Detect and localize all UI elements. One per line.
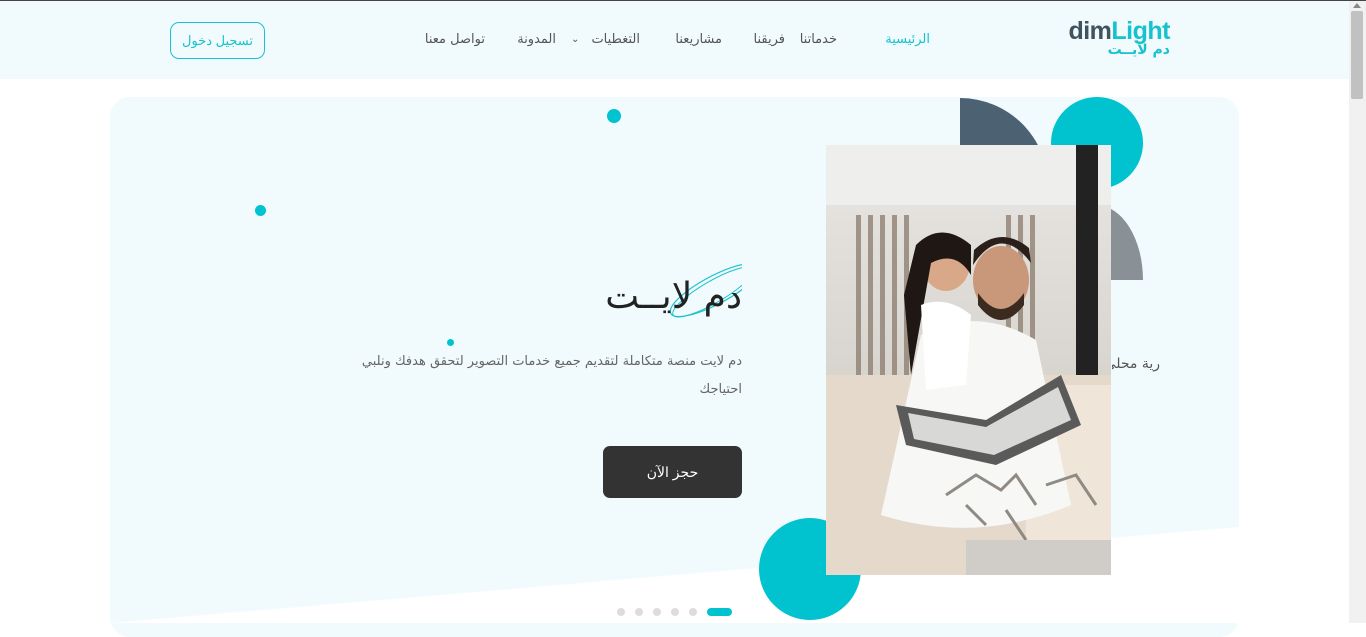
page-scrollbar[interactable] xyxy=(1349,1,1366,623)
slider-dot-active[interactable] xyxy=(707,607,732,616)
slider-dot[interactable] xyxy=(653,607,661,616)
slider-dot[interactable] xyxy=(635,607,643,616)
slider-dot[interactable] xyxy=(671,607,679,616)
slider-dot[interactable] xyxy=(689,607,697,616)
book-now-button[interactable]: حجز الآن xyxy=(603,446,742,498)
hero-title-text: دم لايــت xyxy=(605,276,742,317)
hero-title: دم لايــت xyxy=(560,262,742,322)
decor-dot xyxy=(607,109,621,123)
next-slide-text: رية محلي xyxy=(1112,356,1160,372)
hero-photo xyxy=(826,145,1111,575)
decor-dot xyxy=(447,339,454,346)
scroll-up-arrow-icon[interactable] xyxy=(1353,3,1361,8)
slider-pagination xyxy=(617,607,732,616)
scrollbar-thumb[interactable] xyxy=(1351,11,1363,99)
hero-description: دم لايت منصة متكاملة لتقديم جميع خدمات ا… xyxy=(361,354,742,397)
slider-dot[interactable] xyxy=(617,607,625,616)
decor-dot xyxy=(255,205,266,216)
